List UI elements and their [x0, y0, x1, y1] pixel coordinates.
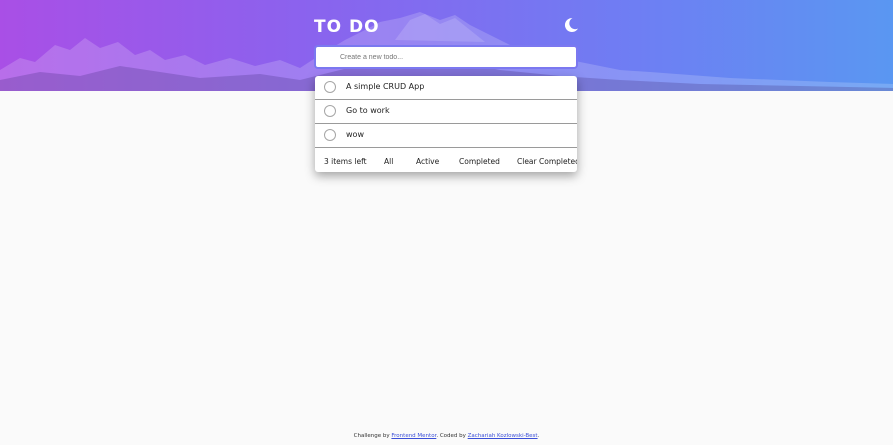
todo-footer-bar: 3 items left All Active Completed Clear … — [315, 149, 577, 172]
todo-list-card: A simple CRUD App Go to work wow 3 items… — [315, 76, 577, 172]
filter-all-button[interactable]: All — [384, 157, 393, 166]
frontend-mentor-link[interactable]: Frontend Mentor — [391, 433, 436, 439]
todo-item[interactable]: A simple CRUD App — [315, 76, 577, 100]
clear-completed-button[interactable]: Clear Completed — [517, 157, 577, 166]
attribution-middle: . Coded by — [436, 433, 466, 439]
todo-checkbox[interactable] — [324, 129, 336, 141]
todo-item[interactable]: wow — [315, 124, 577, 148]
filter-active-button[interactable]: Active — [416, 157, 439, 166]
author-link[interactable]: Zachariah Kozlowski-Best — [468, 433, 538, 439]
todo-text: wow — [346, 130, 364, 139]
todo-text: A simple CRUD App — [346, 82, 425, 91]
attribution-prefix: Challenge by — [353, 433, 390, 439]
todo-checkbox[interactable] — [324, 81, 336, 93]
todo-text: Go to work — [346, 106, 390, 115]
page-title: TO DO — [314, 17, 380, 37]
new-todo-input[interactable] — [314, 45, 578, 69]
theme-toggle-button[interactable] — [562, 16, 580, 34]
items-left-count: 3 items left — [324, 157, 367, 166]
filter-completed-button[interactable]: Completed — [459, 157, 500, 166]
todo-item[interactable]: Go to work — [315, 100, 577, 124]
attribution-suffix: . — [537, 433, 540, 439]
moon-icon — [564, 17, 578, 32]
attribution-footer: Challenge by Frontend Mentor. Coded by Z… — [0, 433, 893, 439]
todo-checkbox[interactable] — [324, 105, 336, 117]
